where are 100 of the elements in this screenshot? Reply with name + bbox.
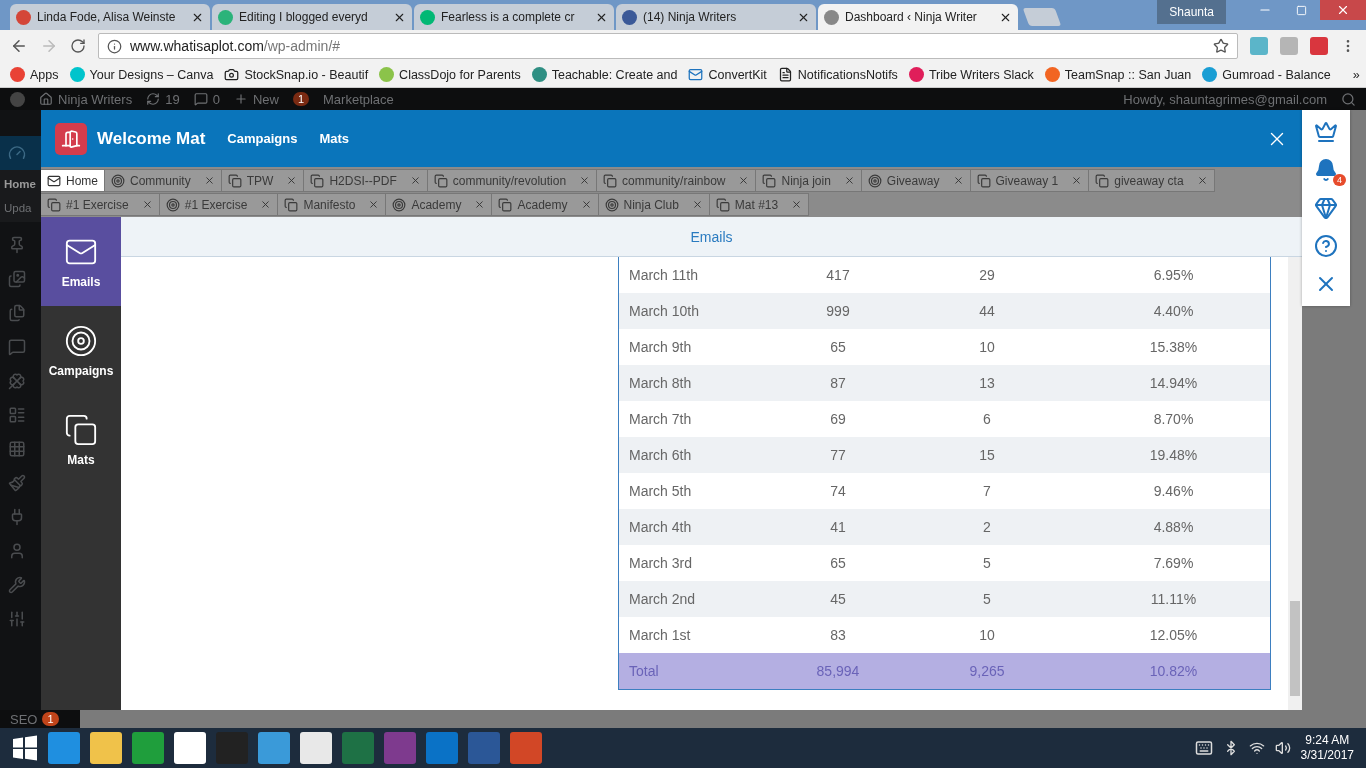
side-nav-item[interactable]: Campaigns — [41, 306, 121, 395]
mat-tab[interactable]: TPW — [221, 169, 305, 192]
marketplace-link[interactable]: Marketplace — [323, 91, 394, 107]
browser-tab[interactable]: Linda Fode, Alisa Weinste — [10, 4, 210, 30]
search-icon[interactable] — [1341, 91, 1356, 107]
mat-tab[interactable]: Mat #13 — [709, 193, 810, 216]
bookmark[interactable]: StockSnap.io - Beautif — [224, 67, 369, 82]
table-cell-text: 7.69% — [1152, 555, 1195, 571]
bookmark-icon — [379, 67, 395, 82]
favicon-icon — [420, 9, 435, 25]
mat-tab[interactable]: Academy — [386, 193, 493, 216]
network-icon[interactable] — [1248, 740, 1265, 756]
howdy-link[interactable]: Howdy, shauntagrimes@gmail.com — [1123, 91, 1327, 107]
mat-tab[interactable]: giveaway cta — [1089, 169, 1215, 192]
mat-tab[interactable]: Home — [41, 169, 105, 192]
table-cell-text: March 9th — [628, 339, 693, 355]
mat-tab[interactable]: #1 Exercise — [159, 193, 279, 216]
table-cell-text: 44 — [978, 303, 996, 319]
mat-tab[interactable]: community/rainbow — [597, 169, 757, 192]
target-icon — [604, 197, 619, 212]
restore-icon[interactable] — [1295, 4, 1307, 16]
table-cell-text: 6 — [982, 411, 992, 427]
reload-icon[interactable] — [70, 38, 86, 54]
profile-button[interactable]: Shaunta — [1157, 0, 1226, 24]
volume-icon[interactable] — [1274, 740, 1291, 756]
nav-link[interactable]: Mats — [319, 131, 350, 146]
clock[interactable]: 9:24 AM 3/31/2017 — [1300, 733, 1354, 763]
table-cell-text: 9.46% — [1152, 483, 1195, 499]
table-cell-text: March 2nd — [628, 591, 697, 607]
table-cell-text: March 7th — [628, 411, 693, 427]
mat-tab[interactable]: Academy — [492, 193, 599, 216]
side-nav-item[interactable]: Emails — [41, 217, 121, 306]
browser-tab[interactable]: (14) Ninja Writers — [616, 4, 816, 30]
table-cell-text: 65 — [829, 555, 847, 571]
comments-link[interactable]: 0 — [193, 91, 220, 107]
table-cell-text: 65 — [829, 339, 847, 355]
diamond-icon[interactable] — [1314, 196, 1338, 220]
mat-tab[interactable]: Ninja join — [756, 169, 862, 192]
stacked-pages-icon — [1095, 173, 1110, 188]
mat-tab[interactable]: Ninja Club — [598, 193, 710, 216]
mat-tab[interactable]: Manifesto — [278, 193, 387, 216]
menu-item[interactable]: Upda — [4, 202, 41, 214]
table-cell-text: 69 — [829, 411, 847, 427]
more-bookmarks[interactable]: » — [1352, 67, 1360, 82]
new-link[interactable]: New — [233, 91, 279, 107]
back-icon[interactable] — [10, 37, 28, 55]
site-link[interactable]: Ninja Writers — [39, 91, 133, 107]
browser-tab[interactable]: Editing I blogged everyd — [212, 4, 412, 30]
table-cell-text: 4.88% — [1152, 519, 1195, 535]
table-cell-text: 12.05% — [1148, 627, 1199, 643]
bookmark[interactable]: Gumroad - Balance — [1202, 67, 1331, 82]
table-cell-text: 6.95% — [1152, 267, 1195, 283]
address-field[interactable]: www.whatisaplot.com/wp-admin/# — [98, 33, 1238, 59]
menu-item[interactable]: SEO — [10, 711, 38, 727]
browser-tab[interactable]: Fearless is a complete cr — [414, 4, 614, 30]
bookmark[interactable]: ConvertKit — [688, 67, 767, 82]
mat-tab[interactable]: Giveaway — [861, 169, 971, 192]
section-title: Emails — [121, 217, 1302, 257]
help-icon[interactable] — [1314, 234, 1338, 258]
info-icon[interactable] — [107, 38, 122, 54]
bookmark[interactable]: Tribe Writers Slack — [908, 67, 1034, 82]
bookmark[interactable]: Your Designs – Canva — [69, 67, 214, 82]
dashboard-icon[interactable] — [8, 144, 26, 162]
menu-item[interactable]: Home — [4, 178, 41, 190]
table-cell-text: 4.40% — [1152, 303, 1195, 319]
mat-tab[interactable]: Community — [105, 169, 222, 192]
bookmark-icon — [908, 67, 924, 82]
bookmark[interactable]: NotificationsNotifs — [777, 67, 898, 82]
total-cell-text: 10.82% — [1148, 663, 1199, 679]
scrollbar[interactable] — [1288, 257, 1302, 710]
bookmark[interactable]: Apps — [10, 67, 59, 82]
windows-icon[interactable] — [12, 735, 38, 761]
side-nav-item[interactable]: Mats — [41, 395, 121, 484]
target-icon — [867, 173, 882, 188]
table-cell-text: March 3rd — [628, 555, 694, 571]
nav-link[interactable]: Campaigns — [227, 131, 298, 146]
notification-badge: 1 — [292, 92, 309, 106]
target-icon — [64, 323, 98, 358]
bookmark[interactable]: TeamSnap :: San Juan — [1044, 67, 1192, 82]
bookmark[interactable]: Teachable: Create and — [531, 67, 678, 82]
mat-tab[interactable]: #1 Exercise — [41, 193, 160, 216]
keyboard-icon[interactable] — [1194, 739, 1213, 757]
bookmark[interactable]: ClassDojo for Parents — [379, 67, 521, 82]
favicon-icon — [16, 9, 31, 25]
star-icon[interactable] — [1213, 38, 1229, 54]
stacked-pages-icon — [284, 197, 299, 212]
mat-tab[interactable]: H2DSI--PDF — [304, 169, 428, 192]
browser-tab[interactable]: Dashboard ‹ Ninja Writer — [818, 4, 1018, 30]
bookmark-icon — [69, 67, 85, 82]
table-cell-text: 10 — [978, 627, 996, 643]
table-cell-text: March 8th — [628, 375, 693, 391]
table-cell-text: March 5th — [628, 483, 693, 499]
mat-tab[interactable]: community/revolution — [427, 169, 598, 192]
crown-icon[interactable] — [1314, 120, 1338, 144]
bell-icon[interactable] — [1314, 158, 1338, 182]
total-cell-text: Total — [628, 663, 660, 679]
plus-icon — [233, 92, 248, 106]
mat-tab[interactable]: Giveaway 1 — [970, 169, 1090, 192]
close-icon — [1336, 3, 1350, 17]
updates-link[interactable]: 19 — [146, 91, 180, 107]
